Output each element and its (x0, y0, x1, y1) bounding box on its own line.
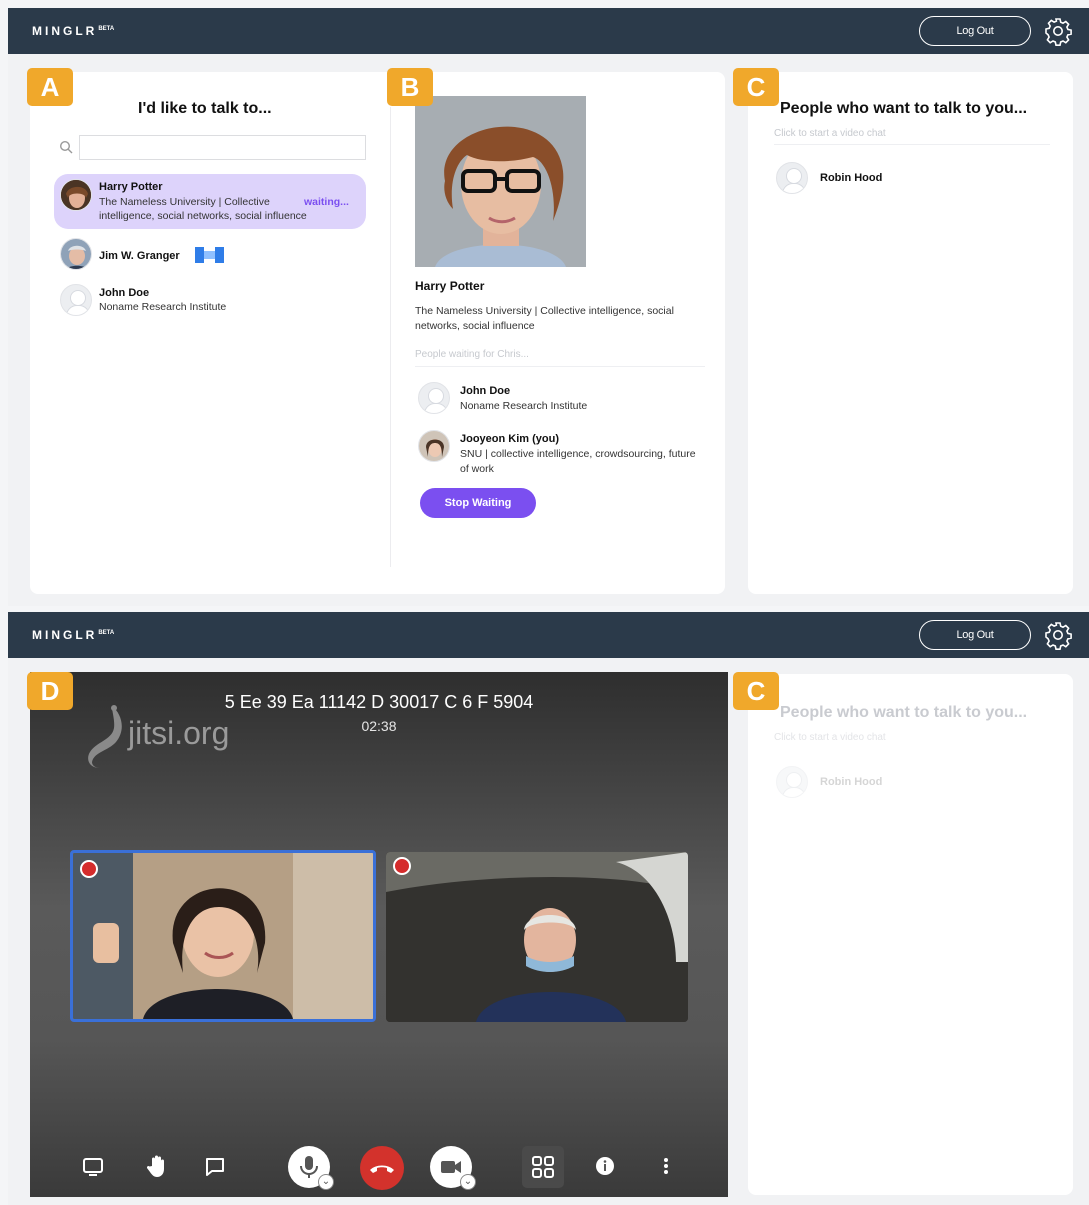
live-call-icon (195, 247, 224, 263)
incoming-item-name: Robin Hood (820, 776, 883, 788)
waiting-item-name: Jooyeon Kim (you) (460, 433, 560, 445)
gear-icon[interactable] (1043, 620, 1073, 650)
incoming-item-robin-hood[interactable]: Robin Hood (774, 160, 1050, 198)
top-bar: MINGLRBETA Log Out (8, 612, 1089, 658)
profile-photo (415, 96, 586, 267)
list-item-name: Jim W. Granger (99, 250, 180, 262)
more-options-icon[interactable] (660, 1155, 672, 1177)
list-item-name: John Doe (99, 287, 150, 299)
signal-icon (393, 857, 411, 875)
participant-tile-jooyeon[interactable] (70, 850, 376, 1022)
info-icon[interactable] (594, 1155, 616, 1177)
waiting-item-jooyeon-kim: Jooyeon Kim (you) SNU | collective intel… (415, 426, 705, 480)
incoming-hint: Click to start a video chat (774, 732, 886, 743)
chevron-down-icon[interactable]: ⌄ (460, 1174, 476, 1190)
waiting-status: waiting... (304, 196, 349, 208)
video-call-area: 5 Ee 39 Ea 11142 D 30017 C 6 F 5904 02:3… (30, 672, 728, 1197)
waiting-item-affiliation: Noname Research Institute (460, 400, 588, 412)
minglr-logo: MINGLRBETA (32, 24, 115, 38)
jitsi-watermark: jitsi.org (128, 715, 230, 751)
profile-name: Harry Potter (415, 279, 485, 293)
screen-share-icon[interactable] (82, 1156, 104, 1178)
signal-icon (80, 860, 98, 878)
participant-tile-jim[interactable] (386, 852, 688, 1022)
microphone-button[interactable]: ⌄ (288, 1146, 334, 1190)
waiting-item-name: John Doe (460, 385, 511, 397)
divider (415, 366, 705, 367)
incoming-requests-card (748, 72, 1073, 594)
camera-button[interactable]: ⌄ (430, 1146, 476, 1190)
grid-icon (532, 1156, 554, 1178)
chevron-down-icon[interactable]: ⌄ (318, 1174, 334, 1190)
list-item-name: Harry Potter (99, 181, 163, 193)
profile-description: The Nameless University | Collective int… (415, 305, 674, 332)
badge-a: A (27, 68, 73, 106)
logout-button[interactable]: Log Out (919, 16, 1031, 46)
list-item-interests: intelligence, social networks, social in… (99, 210, 307, 222)
stop-waiting-button[interactable]: Stop Waiting (420, 488, 536, 518)
minglr-lobby-screen: MINGLRBETA Log Out A B I'd like to talk … (8, 8, 1089, 606)
logout-button[interactable]: Log Out (919, 620, 1031, 650)
jitsi-logo-icon (88, 705, 122, 768)
divider (774, 144, 1050, 145)
incoming-item-name: Robin Hood (820, 172, 883, 184)
column-divider (390, 107, 391, 567)
incoming-title: People who want to talk to you... (780, 100, 1028, 117)
badge-c: C (733, 672, 779, 710)
badge-b: B (387, 68, 433, 106)
avatar-jooyeon-kim (418, 430, 450, 462)
search-input[interactable] (79, 135, 366, 160)
raise-hand-icon[interactable] (147, 1154, 169, 1178)
avatar-default-icon (60, 284, 92, 316)
tile-view-button[interactable] (522, 1146, 564, 1188)
waiting-item-affiliation: SNU | collective intelligence, crowdsour… (460, 448, 696, 475)
top-bar: MINGLRBETA Log Out (8, 8, 1089, 54)
avatar-jim-granger (60, 238, 92, 270)
waiting-item-john-doe: John Doe Noname Research Institute (415, 378, 705, 418)
avatar-harry-potter (60, 179, 92, 211)
hangup-button[interactable] (360, 1146, 404, 1190)
list-item-jim-granger[interactable]: Jim W. Granger (54, 234, 366, 274)
list-item-affiliation: The Nameless University | Collective (99, 196, 270, 208)
list-item-john-doe[interactable]: John Doe Noname Research Institute (54, 280, 366, 322)
avatar-default-icon (776, 766, 808, 798)
talk-to-title: I'd like to talk to... (138, 100, 272, 117)
incoming-requests-card (748, 674, 1073, 1195)
gear-icon[interactable] (1043, 16, 1073, 46)
incoming-title: People who want to talk to you... (780, 704, 1028, 721)
avatar-default-icon (418, 382, 450, 414)
avatar-default-icon (776, 162, 808, 194)
minglr-logo: MINGLRBETA (32, 628, 115, 642)
list-item-affiliation: Noname Research Institute (99, 301, 227, 313)
room-name: 5 Ee 39 Ea 11142 D 30017 C 6 F 5904 (224, 692, 534, 712)
hangup-icon (370, 1165, 394, 1173)
search-icon (59, 140, 73, 154)
badge-d: D (27, 672, 73, 710)
chat-icon[interactable] (204, 1156, 226, 1178)
incoming-item-robin-hood: Robin Hood (774, 764, 1050, 802)
list-item-harry-potter[interactable]: Harry Potter The Nameless University | C… (54, 174, 366, 229)
incoming-hint: Click to start a video chat (774, 128, 886, 139)
waiting-list-label: People waiting for Chris... (415, 349, 529, 360)
badge-c: C (733, 68, 779, 106)
minglr-video-screen: MINGLRBETA Log Out 5 Ee 39 Ea 11142 D 30… (8, 612, 1089, 1205)
